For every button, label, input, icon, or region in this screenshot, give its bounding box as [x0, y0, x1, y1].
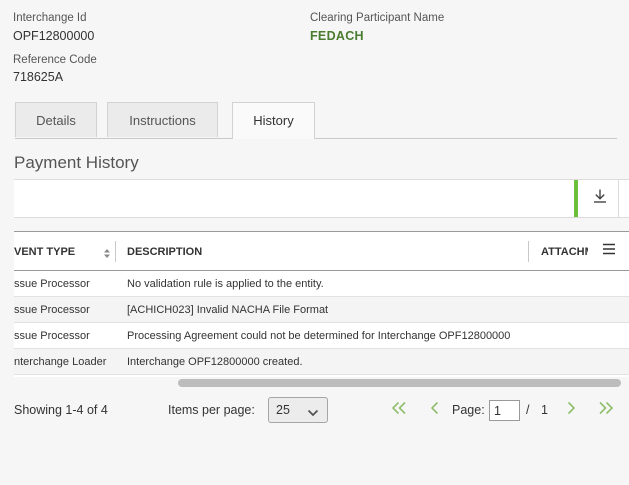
scrollbar-thumb[interactable] [178, 379, 621, 387]
column-menu-button[interactable] [588, 232, 629, 270]
download-icon [592, 188, 608, 209]
cell-event-type: ssue Processor [14, 330, 90, 342]
column-header-event-type[interactable]: VENT TYPE [14, 232, 100, 270]
column-separator[interactable] [115, 241, 116, 262]
chevron-right-icon [565, 401, 577, 420]
hamburger-menu-icon [602, 242, 616, 260]
table-row[interactable]: ssue Processor No validation rule is app… [14, 271, 629, 297]
toolbar-accent-bar [574, 180, 578, 217]
payment-history-grid: VENT TYPE DESCRIPTION ATTACHM ssue Proce… [14, 231, 629, 377]
cell-description: Processing Agreement could not be determ… [127, 330, 511, 342]
showing-count: Showing 1-4 of 4 [14, 403, 108, 417]
next-page-button[interactable] [562, 401, 580, 419]
table-row[interactable]: ssue Processor Processing Agreement coul… [14, 323, 629, 349]
interchange-id-label: Interchange Id [13, 12, 87, 24]
page-separator: / [526, 403, 530, 417]
page-number-input[interactable] [489, 400, 520, 421]
section-title: Payment History [14, 153, 139, 172]
clearing-participant-label: Clearing Participant Name [310, 12, 445, 24]
tab-bar: Details Instructions History [15, 102, 617, 139]
chevron-left-icon [429, 401, 441, 420]
cell-description: No validation rule is applied to the ent… [127, 278, 324, 290]
cell-description: Interchange OPF12800000 created. [127, 356, 303, 368]
first-page-button[interactable] [390, 401, 408, 419]
column-separator[interactable] [528, 241, 529, 262]
download-button[interactable] [582, 180, 619, 217]
grid-toolbar [14, 179, 629, 218]
grid-header: VENT TYPE DESCRIPTION ATTACHM [14, 232, 629, 271]
interchange-id-value: OPF12800000 [13, 29, 95, 43]
tab-history[interactable]: History [232, 102, 315, 139]
items-per-page-select[interactable]: 25 [268, 397, 328, 423]
reference-code-label: Reference Code [13, 54, 97, 66]
last-page-button[interactable] [597, 401, 615, 419]
reference-code-value: 718625A [13, 70, 64, 84]
previous-page-button[interactable] [426, 401, 444, 419]
page-total: 1 [541, 403, 548, 417]
chevron-down-icon [307, 405, 319, 423]
double-chevron-right-icon [597, 401, 615, 420]
page-label: Page: [452, 403, 485, 417]
cell-event-type: ssue Processor [14, 304, 90, 316]
cell-event-type: nterchange Loader [14, 356, 107, 368]
tab-instructions[interactable]: Instructions [107, 102, 218, 137]
items-per-page-label: Items per page: [168, 403, 255, 417]
column-header-description[interactable]: DESCRIPTION [127, 232, 507, 270]
tab-details[interactable]: Details [15, 102, 97, 137]
clearing-participant-value: FEDACH [310, 29, 364, 43]
horizontal-scrollbar[interactable] [14, 377, 629, 388]
column-header-attachments[interactable]: ATTACHM [541, 232, 588, 270]
sort-icon[interactable] [103, 246, 111, 264]
table-row[interactable]: nterchange Loader Interchange OPF1280000… [14, 349, 629, 375]
table-row[interactable]: ssue Processor [ACHICH023] Invalid NACHA… [14, 297, 629, 323]
items-per-page-value: 25 [276, 403, 290, 417]
cell-description: [ACHICH023] Invalid NACHA File Format [127, 304, 329, 316]
cell-event-type: ssue Processor [14, 278, 90, 290]
double-chevron-left-icon [390, 401, 408, 420]
